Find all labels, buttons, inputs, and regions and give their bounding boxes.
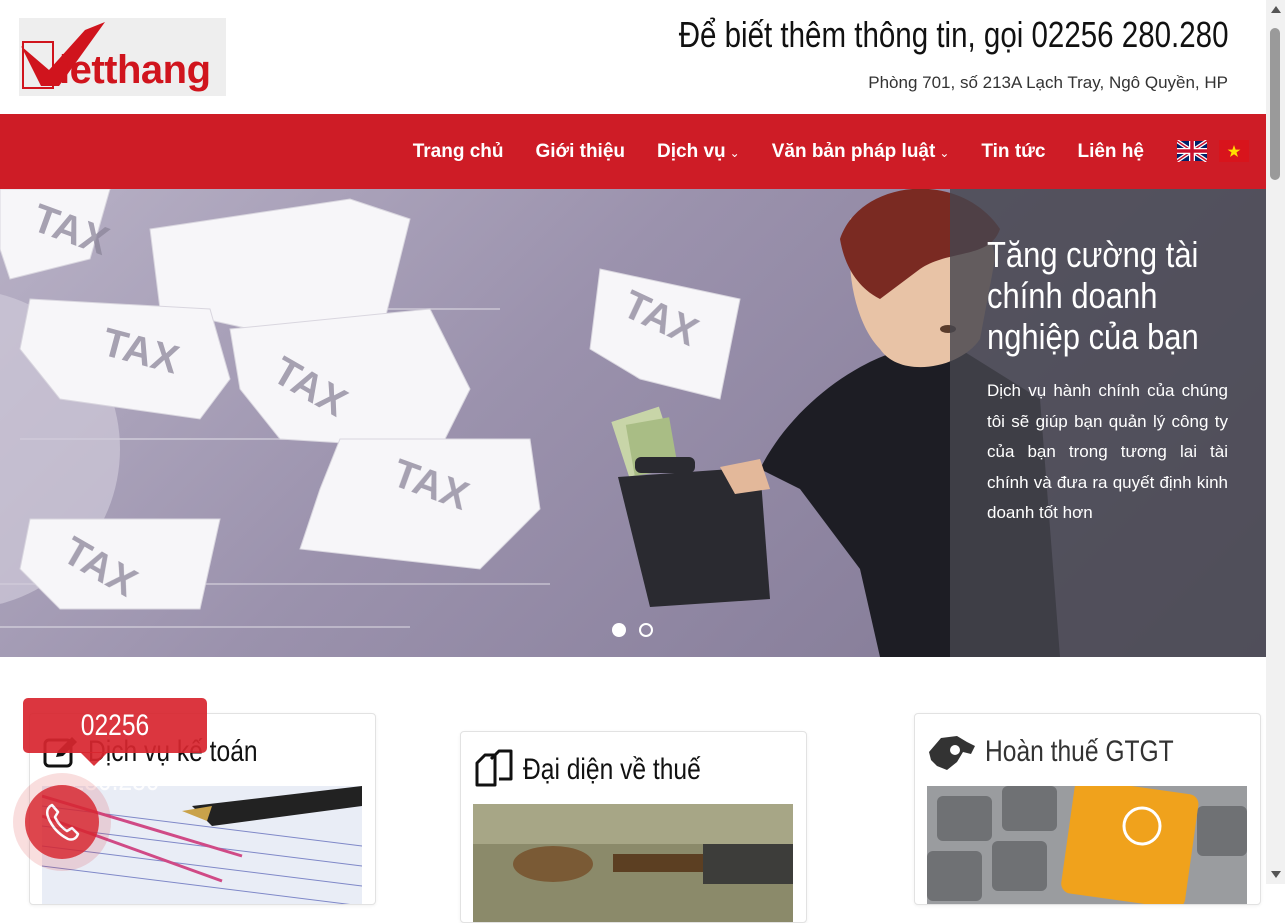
- nav-item-label: Dịch vụ: [657, 140, 726, 162]
- card-title: Đại diện về thuế: [523, 753, 701, 786]
- nav-item-trang-chu[interactable]: Trang chủ: [413, 141, 504, 163]
- nav-item-label: Trang chủ: [412, 140, 504, 162]
- scroll-down-icon[interactable]: [1271, 871, 1281, 878]
- scroll-up-icon[interactable]: [1271, 6, 1281, 13]
- page-scrollbar[interactable]: [1266, 0, 1285, 884]
- address-text: Phòng 701, số 213A Lạch Tray, Ngô Quyền,…: [868, 73, 1228, 92]
- slider-dot-active[interactable]: [612, 623, 626, 637]
- copy-icon: [475, 749, 513, 787]
- card-title: Hoàn thuế GTGT: [985, 735, 1174, 768]
- scrollbar-thumb[interactable]: [1270, 28, 1280, 180]
- vietnam-flag-icon[interactable]: [1219, 140, 1249, 162]
- service-card-tax-representation[interactable]: Đại diện về thuế: [460, 731, 807, 923]
- call-button[interactable]: [25, 785, 99, 859]
- hotline-title: Để biết thêm thông tin, gọi 02256 280.28…: [678, 14, 1228, 55]
- main-nav: Trang chủ Giới thiệu Dịch vụ ⌄ Văn bản ph…: [0, 114, 1266, 189]
- nav-item-gioi-thieu[interactable]: Giới thiệu: [536, 141, 626, 163]
- hotline-badge-pointer: [80, 752, 108, 766]
- sign-language-icon: [929, 736, 975, 770]
- hero-title: Tăng cường tài chính doanh nghiệp của bạ…: [987, 234, 1199, 357]
- site-logo[interactable]: ietthang: [19, 18, 226, 96]
- nav-item-label: Giới thiệu: [535, 140, 626, 162]
- tax-gavel-image: [473, 804, 793, 922]
- nav-item-dich-vu[interactable]: Dịch vụ ⌄: [657, 141, 740, 163]
- uk-flag-icon[interactable]: [1177, 140, 1207, 162]
- nav-item-label: Liên hệ: [1077, 140, 1144, 162]
- nav-menu: Trang chủ Giới thiệu Dịch vụ ⌄ Văn bản ph…: [413, 114, 1144, 189]
- chevron-down-icon: ⌄: [729, 145, 740, 160]
- logo-text: ietthang: [59, 48, 211, 92]
- site-header: ietthang Để biết thêm thông tin, gọi 022…: [0, 0, 1266, 114]
- vat-refund-image: [927, 786, 1247, 904]
- slider-dot[interactable]: [639, 623, 653, 637]
- hero-description: Dịch vụ hành chính của chúng tôi sẽ giúp…: [987, 381, 1228, 522]
- nav-item-label: Văn bản pháp luật: [771, 140, 936, 162]
- card-header: Đại diện về thuế: [473, 749, 740, 790]
- card-header: Hoàn thuế GTGT: [927, 732, 1215, 772]
- nav-item-lien-he[interactable]: Liên hệ: [1077, 141, 1144, 163]
- nav-item-van-ban-phap-luat[interactable]: Văn bản pháp luật ⌄: [772, 141, 950, 163]
- nav-item-label: Tin tức: [981, 140, 1046, 162]
- hotline-badge[interactable]: 02256 280.280: [23, 698, 207, 797]
- nav-item-tin-tuc[interactable]: Tin tức: [981, 141, 1045, 163]
- phone-icon: [45, 803, 80, 841]
- chevron-down-icon: ⌄: [939, 145, 950, 160]
- service-card-vat-refund[interactable]: Hoàn thuế GTGT: [914, 713, 1261, 905]
